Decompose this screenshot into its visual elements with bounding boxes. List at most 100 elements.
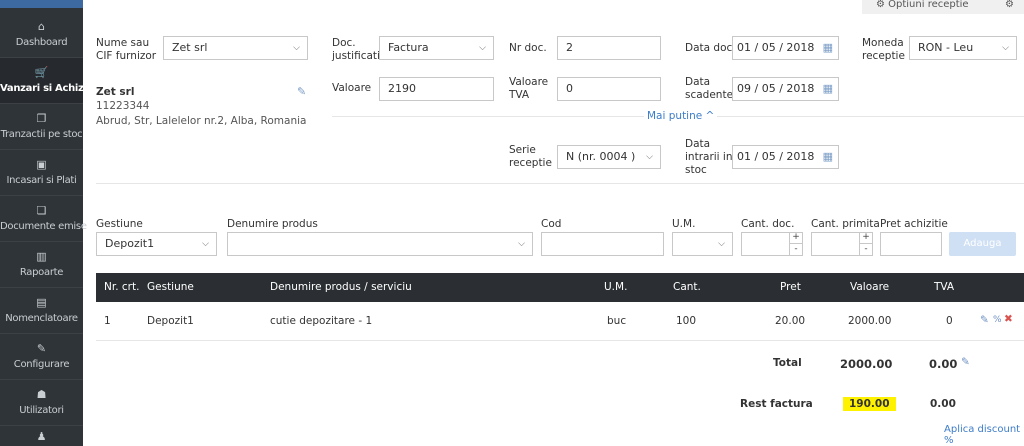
doc-justificativ-value: Factura bbox=[388, 41, 429, 54]
cell-nr: 1 bbox=[104, 315, 111, 327]
table-header: Nr. crt. Gestiune Denumire produs / serv… bbox=[96, 273, 1024, 302]
sidebar-item-label: Incasari si Plati bbox=[6, 175, 77, 186]
cant-doc-input[interactable]: + - bbox=[741, 232, 803, 256]
data-intrarii-input[interactable]: 01 / 05 / 2018 ▦ bbox=[732, 145, 839, 169]
sidebar-item-label: Configurare bbox=[13, 359, 70, 370]
chevron-down-icon: ⌵ bbox=[202, 239, 209, 249]
col-pret: Pret bbox=[780, 281, 801, 293]
edit-row-icon[interactable]: ✎ bbox=[980, 314, 989, 326]
total-label: Total bbox=[773, 357, 802, 369]
moneda-value: RON - Leu bbox=[918, 41, 974, 54]
pret-achizitie-input[interactable] bbox=[880, 232, 942, 256]
chevron-down-icon: ⌵ bbox=[479, 43, 486, 53]
gestiune-select[interactable]: Depozit1 ⌵ bbox=[96, 232, 217, 256]
sidebar-item-dashboard[interactable]: ⌂ Dashboard bbox=[0, 12, 83, 58]
gear-icon[interactable]: ⚙ bbox=[1005, 0, 1014, 10]
denumire-produs-select[interactable]: ⌵ bbox=[227, 232, 533, 256]
chevron-down-icon: ⌵ bbox=[293, 43, 300, 53]
cell-gestiune: Depozit1 bbox=[147, 315, 194, 327]
sidebar: ⌂ Dashboard 🛒 Vanzari si Achizitii ❐ Tra… bbox=[0, 0, 98, 446]
sidebar-item-vanzari[interactable]: 🛒 Vanzari si Achizitii bbox=[0, 58, 98, 104]
mai-putine-link[interactable]: Mai putine ^ bbox=[644, 110, 718, 122]
rest-factura-tva: 0.00 bbox=[930, 398, 956, 410]
sidebar-item-tranzactii[interactable]: ❐ Tranzactii pe stoc bbox=[0, 104, 83, 150]
delete-row-icon[interactable]: ✖ bbox=[1004, 313, 1013, 325]
sidebar-item-label: Nomenclatoare bbox=[5, 313, 78, 324]
sidebar-item-account[interactable]: ♟ bbox=[0, 426, 83, 446]
chevron-down-icon: ⌵ bbox=[646, 152, 653, 162]
gestiune-value: Depozit1 bbox=[105, 237, 155, 250]
cell-cant: 100 bbox=[676, 315, 697, 327]
valoare-tva-label: Valoare TVA bbox=[509, 76, 549, 101]
col-valoare: Valoare bbox=[850, 281, 890, 293]
valoare-label: Valoare bbox=[332, 82, 372, 94]
doc-justificativ-select[interactable]: Factura ⌵ bbox=[379, 36, 494, 60]
options-bar[interactable]: ⚙ Optiuni receptie ⚙ bbox=[862, 0, 1024, 14]
total-tva: 0.00 bbox=[929, 357, 958, 371]
wrench-icon: ✎ bbox=[36, 342, 47, 355]
cell-um: buc bbox=[607, 315, 627, 327]
nr-doc-input[interactable]: 2 bbox=[557, 36, 661, 60]
home-icon: ⌂ bbox=[38, 20, 45, 33]
sidebar-item-utilizatori[interactable]: ☗ Utilizatori bbox=[0, 380, 83, 426]
cell-valoare: 2000.00 bbox=[848, 315, 892, 327]
moneda-label: Moneda receptie bbox=[862, 37, 905, 62]
cell-tva: 0 bbox=[946, 315, 953, 327]
money-icon: ▣ bbox=[36, 158, 47, 171]
sidebar-item-incasari[interactable]: ▣ Incasari si Plati bbox=[0, 150, 83, 196]
doc-justificativ-label: Doc. justificativ bbox=[332, 37, 387, 62]
sidebar-item-label: Rapoarte bbox=[19, 267, 64, 278]
col-um: U.M. bbox=[604, 281, 628, 293]
copy-icon: ❐ bbox=[36, 112, 47, 125]
cant-primita-input[interactable]: + - bbox=[811, 232, 873, 256]
cod-input[interactable] bbox=[541, 232, 664, 256]
sidebar-item-configurare[interactable]: ✎ Configurare bbox=[0, 334, 83, 380]
cant-doc-stepper[interactable]: + - bbox=[789, 233, 802, 255]
edit-total-icon[interactable]: ✎ bbox=[961, 356, 970, 368]
moneda-select[interactable]: RON - Leu ⌵ bbox=[909, 36, 1017, 60]
supplier-address: Abrud, Str, Lalelelor nr.2, Alba, Romani… bbox=[96, 115, 307, 127]
sidebar-item-documente[interactable]: ❏ Documente emise bbox=[0, 196, 87, 242]
percent-icon[interactable]: % bbox=[993, 315, 1002, 325]
sidebar-item-label: Tranzactii pe stoc bbox=[0, 129, 83, 140]
data-scadentei-value: 09 / 05 / 2018 bbox=[737, 82, 815, 95]
data-doc-value: 01 / 05 / 2018 bbox=[737, 41, 815, 54]
data-scadentei-input[interactable]: 09 / 05 / 2018 ▦ bbox=[732, 77, 839, 101]
rest-factura-valoare: 190.00 bbox=[843, 397, 896, 411]
options-receptie-button[interactable]: ⚙ Optiuni receptie bbox=[876, 0, 969, 10]
chevron-down-icon: ⌵ bbox=[718, 239, 725, 249]
rest-factura-label: Rest factura bbox=[740, 398, 813, 410]
data-intrarii-label: Data intrarii in stoc bbox=[685, 138, 733, 176]
serie-receptie-label: Serie receptie bbox=[509, 144, 552, 169]
documents-icon: ❏ bbox=[36, 204, 47, 217]
aplica-discount-link[interactable]: Aplica discount % bbox=[944, 424, 1024, 446]
sidebar-item-label: Utilizatori bbox=[19, 405, 64, 416]
col-nr: Nr. crt. bbox=[104, 281, 140, 293]
data-doc-label: Data doc. bbox=[685, 42, 736, 54]
serie-receptie-select[interactable]: N (nr. 0004 ) ⌵ bbox=[557, 145, 661, 169]
data-doc-input[interactable]: 01 / 05 / 2018 ▦ bbox=[732, 36, 839, 60]
valoare-tva-input[interactable]: 0 bbox=[557, 77, 661, 101]
adauga-button[interactable]: Adauga bbox=[949, 232, 1016, 256]
calendar-icon[interactable]: ▦ bbox=[823, 78, 833, 100]
cant-primita-stepper[interactable]: + - bbox=[859, 233, 872, 255]
supplier-select[interactable]: Zet srl ⌵ bbox=[163, 36, 308, 60]
valoare-input[interactable]: 2190 bbox=[379, 77, 494, 101]
sidebar-item-rapoarte[interactable]: ▥ Rapoarte bbox=[0, 242, 83, 288]
col-tva: TVA bbox=[934, 281, 955, 293]
divider bbox=[96, 183, 1024, 184]
um-label: U.M. bbox=[672, 218, 696, 230]
divider bbox=[96, 340, 1024, 341]
list-icon: ▤ bbox=[36, 296, 47, 309]
gestiune-label: Gestiune bbox=[96, 218, 143, 230]
calendar-icon[interactable]: ▦ bbox=[823, 37, 833, 59]
edit-supplier-icon[interactable]: ✎ bbox=[297, 85, 306, 98]
chart-icon: ▥ bbox=[36, 250, 47, 263]
sidebar-item-nomenclatoare[interactable]: ▤ Nomenclatoare bbox=[0, 288, 83, 334]
calendar-icon[interactable]: ▦ bbox=[823, 146, 833, 168]
col-gestiune: Gestiune bbox=[147, 281, 194, 293]
cant-primita-label: Cant. primita bbox=[811, 218, 880, 230]
chevron-down-icon: ⌵ bbox=[1002, 43, 1009, 53]
um-select[interactable]: ⌵ bbox=[672, 232, 733, 256]
data-intrarii-value: 01 / 05 / 2018 bbox=[737, 150, 815, 163]
